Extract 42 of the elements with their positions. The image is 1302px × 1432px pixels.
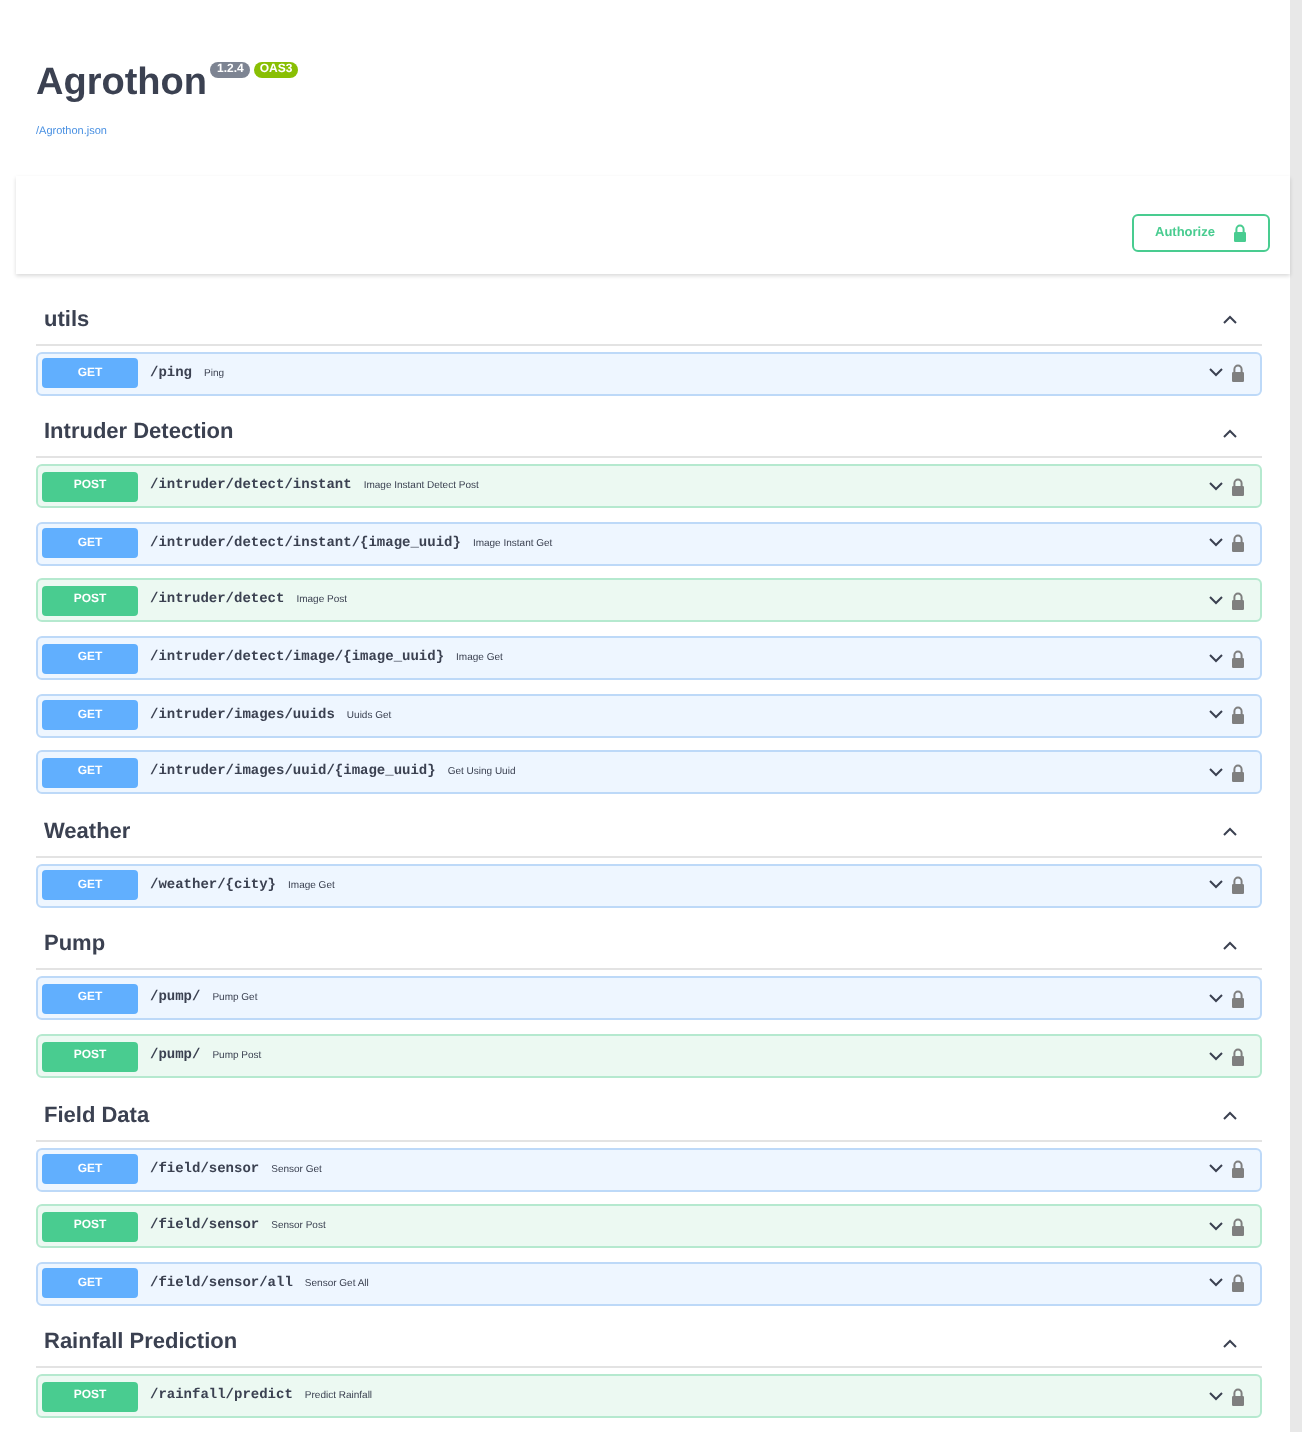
lock-icon[interactable]: [1232, 534, 1244, 553]
lock-icon[interactable]: [1232, 876, 1244, 895]
lock-icon[interactable]: [1232, 1387, 1244, 1406]
chevron-icon[interactable]: [1208, 481, 1224, 492]
chevron-icon[interactable]: [1208, 1164, 1224, 1175]
lock-icon[interactable]: [1232, 1160, 1244, 1179]
chevron-icon[interactable]: [1222, 1110, 1238, 1121]
section-title[interactable]: Weather: [44, 819, 131, 844]
section-title[interactable]: Rainfall Prediction: [44, 1330, 238, 1355]
lock-icon[interactable]: [1232, 649, 1244, 668]
lock-icon[interactable]: [1232, 706, 1244, 725]
chevron-icon[interactable]: [1208, 993, 1224, 1004]
chevron-icon[interactable]: [1208, 1278, 1224, 1289]
chevron-icon[interactable]: [1222, 826, 1238, 837]
chevron-icon[interactable]: [1208, 1391, 1224, 1402]
chevron-icon[interactable]: [1208, 1221, 1224, 1232]
chevron-icon[interactable]: [1208, 595, 1224, 606]
section-title[interactable]: utils: [44, 307, 90, 332]
lock-icon[interactable]: [1232, 763, 1244, 782]
chevron-icon[interactable]: [1208, 880, 1224, 891]
lock-icon[interactable]: [1232, 989, 1244, 1008]
chevron-icon[interactable]: [1208, 767, 1224, 778]
chevron-icon[interactable]: [1208, 538, 1224, 549]
api-title: Agrothon: [36, 60, 207, 108]
section-title[interactable]: Intruder Detection: [44, 420, 234, 445]
section-title[interactable]: Field Data: [44, 1103, 150, 1128]
lock-icon[interactable]: [1232, 477, 1244, 496]
chevron-icon[interactable]: [1222, 427, 1238, 438]
lock-icon[interactable]: [1232, 364, 1244, 383]
lock-icon[interactable]: [1232, 1274, 1244, 1293]
chevron-icon[interactable]: [1208, 368, 1224, 379]
chevron-icon[interactable]: [1222, 1337, 1238, 1348]
lock-glyph-icon: [1234, 223, 1247, 242]
chevron-icon[interactable]: [1208, 710, 1224, 721]
chevron-icon[interactable]: [1208, 653, 1224, 664]
section-title[interactable]: Pump: [44, 932, 106, 957]
chevron-icon[interactable]: [1222, 939, 1238, 950]
lock-icon[interactable]: [1232, 1047, 1244, 1066]
lock-icon[interactable]: [1232, 591, 1244, 610]
lock-icon[interactable]: [1232, 1217, 1244, 1236]
chevron-icon[interactable]: [1208, 1051, 1224, 1062]
chevron-icon[interactable]: [1222, 314, 1238, 325]
